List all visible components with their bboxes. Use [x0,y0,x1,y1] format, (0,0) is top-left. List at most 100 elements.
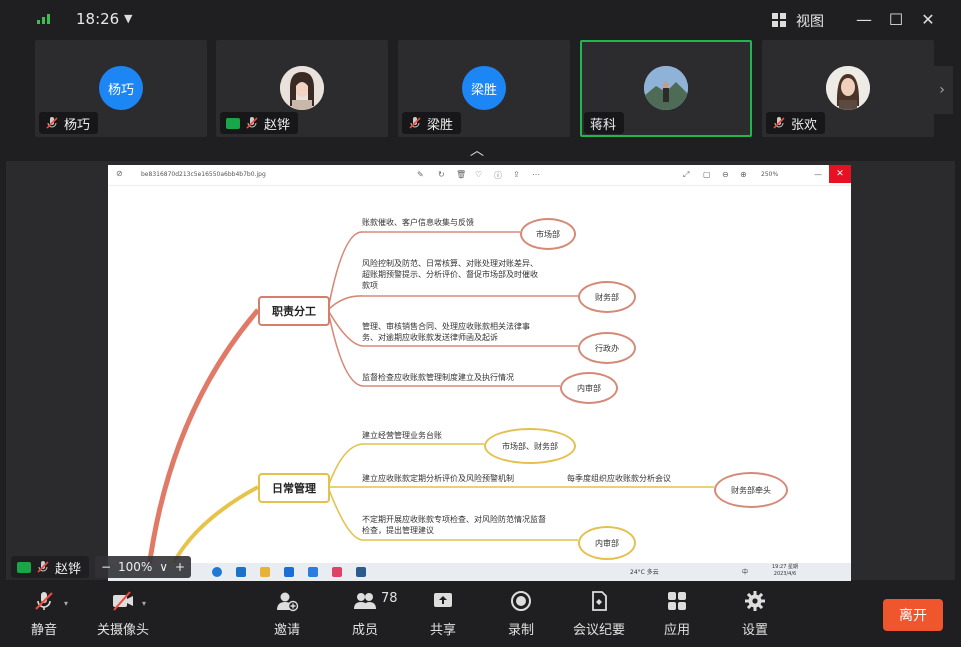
mute-button[interactable]: 静音 [14,589,74,641]
share-screen-button[interactable]: 共享 [413,589,473,641]
screen-share-icon [17,561,31,573]
mindmap-text: 监督检查应收账款管理制度建立及执行情况 [362,373,514,382]
mindmap-text: 建立应收账款定期分析评价及风险预警机制 [362,474,514,483]
invite-button[interactable]: 邀请 [257,589,317,641]
participant-nametag: 蒋科 [584,112,625,134]
maximize-icon[interactable]: ☐ [885,8,907,30]
avatar [826,66,870,110]
participant-name: 赵铧 [264,117,291,133]
participant-nametag: 梁胜 [402,112,462,134]
participant-name: 张欢 [791,117,818,133]
record-label: 录制 [507,623,534,638]
shared-screen-content: ⊘ be8316870d213c5e16550a6bb4b7b0.jpg ✎ ↻… [108,165,851,581]
taskbar-date: 2023/4/6 [773,571,797,577]
minutes-icon [592,591,607,611]
mic-muted-icon [246,117,258,129]
collapse-strip-icon[interactable]: ︿ [470,140,484,160]
zoom-out-button[interactable]: − [101,560,111,574]
mindmap-text: 每季度组织应收账款分析会议 [567,474,671,483]
mic-muted-icon [409,117,421,129]
minimize-icon[interactable]: — [853,8,875,30]
photos-icon [356,567,366,577]
view-button[interactable]: 视图 [796,11,824,31]
windows-taskbar: 24°C 多云 中 19:27 星期 2023/4/6 [108,563,851,581]
mindmap-node: 财务部 [578,281,636,313]
avatar: 杨巧 [99,66,143,110]
members-count: 78 [381,591,398,606]
screen-share-icon [226,117,240,129]
app-icon [308,567,318,577]
participant-name: 蒋科 [590,117,617,133]
participant-nametag: 赵铧 [220,112,299,134]
camera-button[interactable]: 关摄像头 [93,589,153,641]
participant-tile-active-speaker[interactable]: 蒋科 [580,40,752,137]
record-button[interactable]: 录制 [491,589,551,641]
camera-off-icon [113,591,133,611]
leave-button[interactable]: 离开 [883,599,943,631]
ime-indicator: 中 [742,569,749,576]
share-label: 共享 [429,623,456,638]
mindmap-node: 行政办 [578,332,636,364]
edge-icon [212,567,222,577]
apps-label: 应用 [663,623,690,638]
meeting-toolbar: 静音 ▾ 关摄像头 ▾ 邀请 78 成员 共享 录制 会议纪要 应用 设置 [0,585,961,647]
participant-name: 梁胜 [427,117,454,133]
presenter-tag: 赵铧 [11,556,90,578]
close-icon[interactable]: ✕ [917,8,939,30]
participant-tile[interactable]: 赵铧 [216,40,388,137]
camera-label: 关摄像头 [96,623,149,638]
zoom-dropdown-icon[interactable]: ∨ [159,560,168,574]
grid-view-icon[interactable] [772,13,786,27]
mic-muted-icon [35,592,53,610]
mindmap-text: 不定期开展应收账款专项检查、对风险防范情况监督检查，提出管理建议 [362,515,546,535]
participant-tile[interactable]: 杨巧 杨巧 [35,40,207,137]
zoom-in-button[interactable]: + [175,560,185,574]
mindmap-node: 财务部牵头 [714,472,788,508]
participant-tile[interactable]: 梁胜 梁胜 [398,40,570,137]
mic-muted-icon [46,117,58,129]
taskbar-weather: 24°C 多云 [630,569,659,576]
participant-name: 杨巧 [64,117,91,133]
apps-icon [668,592,686,610]
add-user-icon [277,592,299,612]
mic-muted-icon [773,117,785,129]
gear-icon [745,591,765,611]
minutes-label: 会议纪要 [572,623,625,638]
mindmap-text: 风险控制及防范、日常核算、对账处理对账差异、超账期预警提示、分析评价、督促市场部… [362,259,538,290]
avatar: 梁胜 [462,66,506,110]
avatar [280,66,324,110]
apps-button[interactable]: 应用 [647,589,707,641]
members-label: 成员 [351,623,378,638]
zoom-level: 100% [117,560,153,574]
taskbar-time: 19:27 星期 [772,564,798,570]
chevron-right-icon[interactable]: › [931,66,953,114]
mindmap-node: 内审部 [560,372,618,404]
chevron-down-icon[interactable]: ▼ [124,12,132,25]
participant-tile[interactable]: 张欢 [762,40,934,137]
record-icon [511,591,531,611]
mindmap-node: 市场部 [520,218,576,250]
mindmap-node: 市场部、财务部 [484,428,576,464]
mic-muted-icon [37,561,49,573]
participant-nametag: 张欢 [766,112,826,134]
share-zoom-control: − 100% ∨ + [95,556,191,578]
taskbar-clock: 19:27 星期 2023/4/6 [772,564,798,578]
meeting-clock: 18:26 [76,10,120,28]
signal-strength-icon [37,14,51,24]
participant-nametag: 杨巧 [39,112,99,134]
app-icon [236,567,246,577]
share-screen-icon [434,593,452,607]
mindmap-node-main: 日常管理 [258,473,330,503]
app-icon [284,567,294,577]
settings-button[interactable]: 设置 [725,589,785,641]
members-button[interactable]: 78 成员 [335,589,398,641]
members-icon [354,593,376,609]
minutes-button[interactable]: 会议纪要 [569,589,629,641]
invite-label: 邀请 [273,623,300,638]
settings-label: 设置 [741,623,768,638]
chevron-down-icon[interactable]: ▾ [64,599,68,608]
chevron-down-icon[interactable]: ▾ [142,599,146,608]
mindmap-node: 内审部 [578,526,636,560]
mindmap-node-main: 职责分工 [258,296,330,326]
mindmap-text: 管理、审核销售合同、处理应收账款相关法律事务、对逾期应收账款发送律师函及起诉 [362,322,530,342]
